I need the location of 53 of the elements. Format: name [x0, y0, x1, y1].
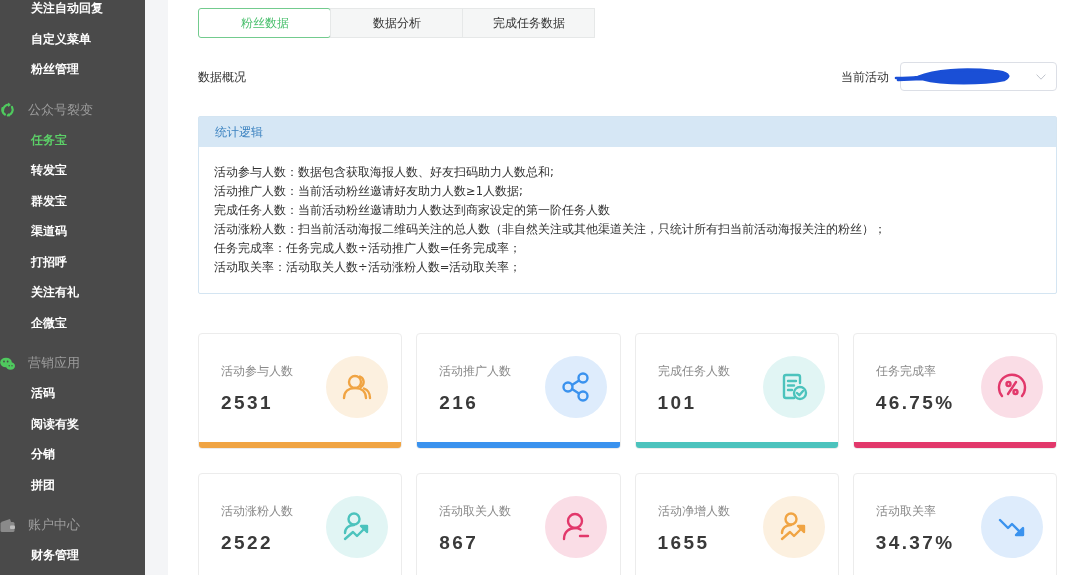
sidebar-item[interactable]: 关注有礼	[0, 277, 145, 308]
field-label: 当前活动	[841, 68, 889, 86]
user-trend-icon	[762, 496, 825, 558]
sidebar-item[interactable]: 活码	[0, 378, 145, 409]
stat-value: 1655	[657, 531, 711, 555]
stat-label: 活动参与人数	[221, 363, 293, 380]
stat-value: 2522	[221, 531, 274, 555]
sidebar-item[interactable]: 群发宝	[0, 185, 145, 216]
stat-label: 活动推广人数	[439, 363, 512, 380]
sidebar-item[interactable]: 粉丝管理	[0, 54, 145, 85]
wallet-icon	[0, 517, 15, 533]
section-title: 数据概况	[198, 68, 246, 86]
definition-text: 活动涨粉人数：扫当前活动海报二维码关注的总人数（非自然关注或其他渠道关注，只统计所有扫当前活动海报关注的粉丝）；	[214, 221, 887, 238]
tab[interactable]: 数据分析	[330, 8, 463, 38]
stat-label: 活动取关率	[875, 503, 937, 520]
stat-label: 活动净增人数	[657, 503, 730, 520]
user-trend-icon	[326, 496, 389, 558]
stat-value: 34.37%	[875, 531, 955, 555]
panel-title: 统计逻辑	[199, 117, 1056, 147]
definition-text: 活动推广人数：当前活动粉丝邀请好友助力人数≥1人数据;	[214, 183, 524, 200]
stat-value: 216	[439, 391, 480, 415]
stat-label: 任务完成率	[875, 363, 937, 380]
sidebar-item[interactable]: 分销	[0, 439, 145, 470]
sidebar-item[interactable]: 自定义菜单	[0, 23, 145, 54]
sidebar-item[interactable]: 拼团	[0, 469, 145, 500]
definition-text: 活动取关率：活动取关人数÷活动涨粉人数=活动取关率；	[214, 259, 523, 276]
checklist-icon	[762, 356, 825, 418]
users-icon	[326, 356, 389, 418]
stat-value: 46.75%	[875, 391, 955, 415]
sidebar-item[interactable]: 企微宝	[0, 307, 145, 338]
user-minus-icon	[544, 496, 607, 558]
stat-label: 活动涨粉人数	[221, 503, 293, 520]
trend-down-icon	[981, 496, 1043, 558]
stat-label: 活动取关人数	[439, 503, 512, 520]
stat-value: 867	[439, 531, 480, 555]
definition-text: 完成任务人数：当前活动粉丝邀请助力人数达到商家设定的第一阶任务人数	[214, 202, 611, 219]
tab[interactable]: 完成任务数据	[462, 8, 595, 38]
cycle-arrows-icon	[0, 102, 15, 117]
definition-text: 任务完成率：任务完成人数÷活动推广人数=任务完成率；	[214, 240, 523, 257]
chevron-down-icon	[1036, 73, 1046, 80]
sidebar-item[interactable]: 财务管理	[0, 540, 145, 571]
definition-text: 活动参与人数：数据包含获取海报人数、好友扫码助力人数总和;	[214, 164, 555, 181]
sidebar-item[interactable]: 任务宝	[0, 124, 145, 155]
sidebar-item[interactable]: 打招呼	[0, 246, 145, 277]
percent-gauge-icon	[981, 356, 1043, 418]
sidebar-item[interactable]: 转发宝	[0, 155, 145, 186]
stat-value: 2531	[221, 391, 274, 415]
stat-value: 101	[657, 391, 698, 415]
sidebar-item[interactable]: 渠道码	[0, 216, 145, 247]
share-icon	[544, 356, 607, 418]
sidebar-item[interactable]: 关注自动回复	[0, 0, 145, 24]
stat-label: 完成任务人数	[657, 363, 730, 380]
sidebar-item[interactable]: 阅读有奖	[0, 408, 145, 439]
